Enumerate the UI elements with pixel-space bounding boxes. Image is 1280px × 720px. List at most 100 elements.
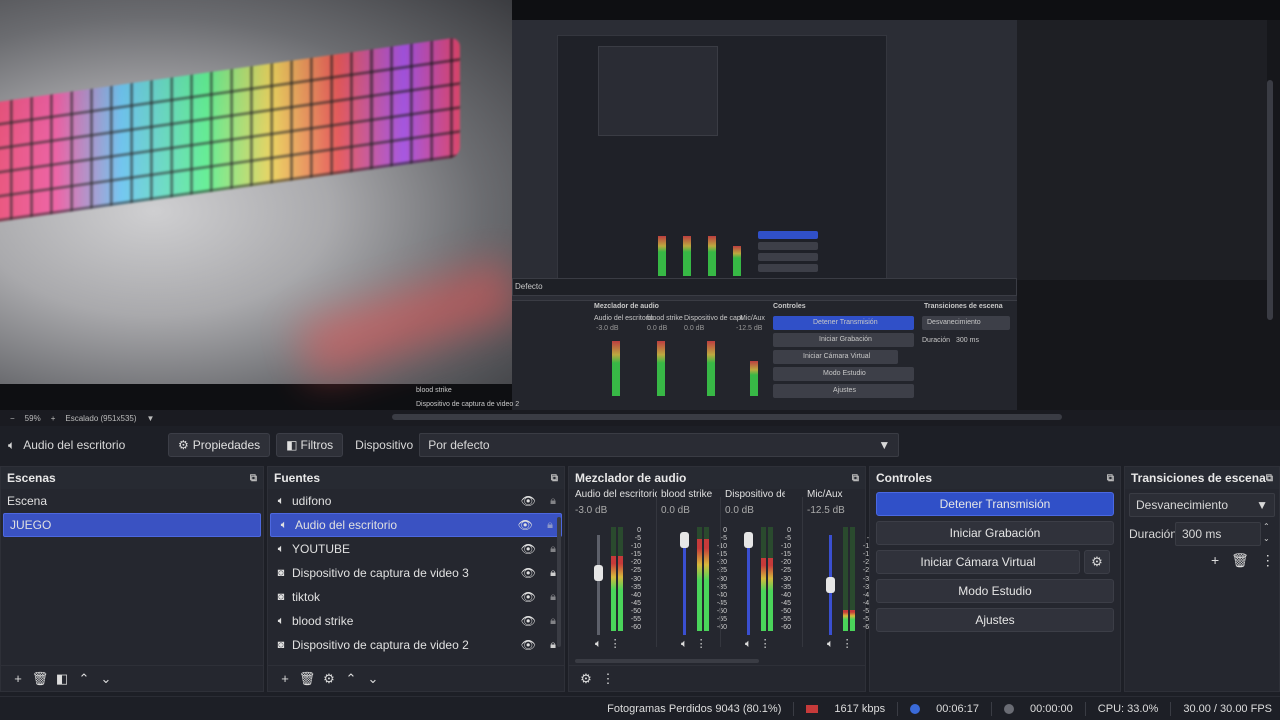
- start-recording-button[interactable]: Iniciar Grabación: [876, 521, 1114, 545]
- menu-dots-icon[interactable]: ⋮: [760, 638, 771, 650]
- scene-item[interactable]: JUEGO: [3, 513, 261, 537]
- add-source-icon[interactable]: +: [274, 671, 296, 686]
- undock-icon[interactable]: ⧉: [551, 473, 558, 484]
- move-down-icon[interactable]: ⌄: [362, 671, 384, 687]
- lock-icon[interactable]: 🔒︎: [550, 567, 556, 580]
- mixer-channel: Audio del escritorio -3.0 dB 0 -5 -10 -15 -20-…: [575, 489, 657, 659]
- virtual-camera-button[interactable]: Iniciar Cámara Virtual: [876, 550, 1080, 574]
- menu-dots-icon[interactable]: ⋮: [610, 638, 621, 650]
- device-select[interactable]: Por defecto ▼: [419, 433, 900, 457]
- tick-label: -20: [630, 559, 641, 567]
- fader-handle[interactable]: [680, 532, 689, 548]
- trash-icon[interactable]: 🗑︎: [29, 671, 51, 687]
- filter-icon: ◧: [286, 438, 298, 452]
- speaker-icon[interactable]: 🔈︎: [681, 638, 688, 650]
- scale-dropdown-icon[interactable]: ▼: [147, 414, 155, 423]
- level-meter: [697, 527, 702, 631]
- tick-label: -55: [630, 616, 641, 624]
- studio-mode-button[interactable]: Modo Estudio: [876, 579, 1114, 603]
- filters-button[interactable]: ◧ Filtros: [276, 433, 344, 457]
- undock-icon[interactable]: ⧉: [250, 473, 257, 484]
- volume-fader[interactable]: [747, 535, 750, 635]
- volume-fader[interactable]: [597, 535, 600, 635]
- lock-icon[interactable]: 🔒︎: [550, 591, 556, 604]
- zoom-out-icon[interactable]: −: [10, 414, 15, 423]
- source-item[interactable]: ◙ Dispositivo de captura de video 3 👁︎ 🔒︎: [268, 561, 564, 585]
- undock-icon[interactable]: ⧉: [852, 473, 859, 484]
- duration-stepper[interactable]: ⌃ ⌄: [1263, 521, 1270, 545]
- zoom-in-icon[interactable]: +: [51, 414, 56, 423]
- nested-meter: [612, 341, 620, 396]
- device-value: Por defecto: [428, 438, 490, 452]
- lock-icon[interactable]: 🔒︎: [550, 495, 556, 508]
- volume-fader[interactable]: [683, 535, 686, 635]
- level-fill: [761, 558, 766, 631]
- sources-scrollbar[interactable]: [557, 517, 561, 647]
- preview-horizontal-scrollbar[interactable]: [392, 414, 1062, 420]
- chevron-down-icon[interactable]: ⌄: [1263, 533, 1270, 545]
- nested-meter: [708, 236, 716, 276]
- trash-icon[interactable]: 🗑︎: [296, 671, 318, 687]
- undock-icon[interactable]: ⧉: [1266, 473, 1273, 484]
- eye-icon[interactable]: 👁︎: [518, 518, 533, 532]
- transitions-header: Transiciones de escena ⧉: [1125, 467, 1279, 489]
- dropped-frames: Fotogramas Perdidos 9043 (80.1%): [607, 702, 782, 715]
- nested-settings-btn: Ajustes: [773, 384, 914, 398]
- lock-icon[interactable]: 🔒︎: [547, 519, 553, 532]
- lock-icon[interactable]: 🔒︎: [550, 615, 556, 628]
- menu-dots-icon[interactable]: ⋮: [597, 671, 619, 687]
- source-item[interactable]: 🔈︎ blood strike 👁︎ 🔒︎: [268, 609, 564, 633]
- source-item[interactable]: 🔈︎ udifono 👁︎ 🔒︎: [268, 489, 564, 513]
- eye-icon[interactable]: 👁︎: [521, 614, 536, 628]
- gear-icon[interactable]: ⚙: [318, 671, 340, 687]
- transition-select[interactable]: Desvanecimiento ▼: [1129, 493, 1275, 517]
- lock-icon[interactable]: 🔒︎: [550, 639, 556, 652]
- move-up-icon[interactable]: ⌃: [73, 671, 95, 687]
- fader-handle[interactable]: [744, 532, 753, 548]
- mixer-scrollbar[interactable]: [575, 659, 759, 663]
- fader-handle[interactable]: [594, 565, 603, 581]
- transition-value: Desvanecimiento: [1136, 498, 1229, 512]
- menu-dots-icon[interactable]: ⋮: [1261, 552, 1275, 568]
- duration-input[interactable]: 300 ms: [1175, 522, 1261, 546]
- virtual-camera-settings[interactable]: ⚙: [1084, 550, 1110, 574]
- properties-button[interactable]: ⚙ Propiedades: [168, 433, 271, 457]
- lock-icon[interactable]: 🔒︎: [550, 543, 556, 556]
- speaker-icon[interactable]: 🔈︎: [745, 638, 752, 650]
- chevron-up-icon[interactable]: ⌃: [1263, 521, 1270, 533]
- fader-handle[interactable]: [826, 577, 835, 593]
- source-item[interactable]: ◙ tiktok 👁︎ 🔒︎: [268, 585, 564, 609]
- bitrate-bar-icon: [806, 704, 819, 713]
- move-up-icon[interactable]: ⌃: [340, 671, 362, 687]
- source-name: Audio del escritorio: [295, 518, 398, 532]
- eye-icon[interactable]: 👁︎: [521, 494, 536, 508]
- menu-dots-icon[interactable]: ⋮: [842, 638, 853, 650]
- filter-icon[interactable]: ◧: [51, 671, 73, 687]
- undock-icon[interactable]: ⧉: [1107, 473, 1114, 484]
- preview-canvas[interactable]: Defecto Mezclador de audio Controles Tra…: [0, 0, 1280, 410]
- speaker-icon[interactable]: 🔈︎: [827, 638, 834, 650]
- source-name: blood strike: [292, 614, 354, 628]
- source-item[interactable]: 🔈︎ Audio del escritorio 👁︎ 🔒︎: [270, 513, 562, 537]
- menu-dots-icon[interactable]: ⋮: [696, 638, 707, 650]
- add-transition-icon[interactable]: +: [1211, 552, 1219, 568]
- source-item[interactable]: ◙ Dispositivo de captura de video 2 👁︎ 🔒︎: [268, 633, 564, 657]
- fps-indicator: 30.00 / 30.00 FPS: [1183, 702, 1272, 715]
- eye-icon[interactable]: 👁︎: [521, 638, 536, 652]
- add-scene-icon[interactable]: +: [7, 671, 29, 686]
- camera-icon: ◙: [277, 639, 285, 651]
- speaker-icon[interactable]: 🔈︎: [595, 638, 602, 650]
- source-item[interactable]: 🔈︎ YOUTUBE 👁︎ 🔒︎: [268, 537, 564, 561]
- mixer-title: Mezclador de audio: [575, 471, 687, 485]
- settings-button[interactable]: Ajustes: [876, 608, 1114, 632]
- advanced-audio-icon[interactable]: ⚙: [575, 671, 597, 687]
- scene-item[interactable]: Escena: [1, 489, 263, 513]
- trash-icon[interactable]: 🗑︎: [1231, 552, 1249, 568]
- nested-meter: [657, 341, 665, 396]
- eye-icon[interactable]: 👁︎: [521, 590, 536, 604]
- preview-vertical-scrollbar[interactable]: [1267, 80, 1273, 320]
- eye-icon[interactable]: 👁︎: [521, 566, 536, 580]
- eye-icon[interactable]: 👁︎: [521, 542, 536, 556]
- stop-stream-button[interactable]: Detener Transmisión: [876, 492, 1114, 516]
- move-down-icon[interactable]: ⌄: [95, 671, 117, 687]
